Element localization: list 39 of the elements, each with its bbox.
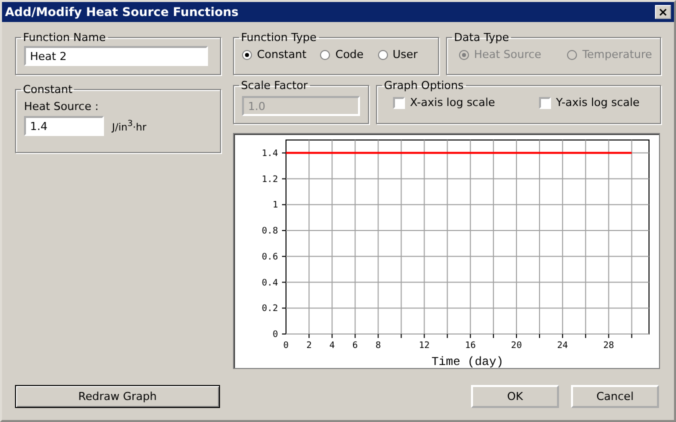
y-tick-label: 1.2 [262, 174, 278, 185]
redraw-graph-button[interactable]: Redraw Graph [15, 385, 220, 408]
y-tick-label: 0.8 [262, 226, 278, 237]
x-tick-label: 6 [352, 341, 358, 351]
group-label: Graph Options [382, 79, 465, 92]
x-tick-label: 12 [418, 341, 430, 351]
window-title: Add/Modify Heat Source Functions [5, 5, 239, 19]
y-tick-label: 0.6 [262, 252, 278, 262]
x-tick-label: 2 [306, 341, 312, 351]
cancel-button[interactable]: Cancel [571, 385, 659, 408]
y-tick-label: 1.4 [262, 148, 278, 159]
group-label: Function Name [22, 31, 107, 44]
x-tick-label: 4 [329, 341, 335, 351]
radio-option[interactable]: Constant [242, 48, 306, 61]
y-tick-label: 0.2 [262, 304, 278, 314]
x-tick-label: 24 [557, 341, 568, 351]
x-tick-label: 0 [283, 341, 289, 351]
checkbox-option[interactable]: Y-axis log scale [539, 96, 640, 109]
x-tick-label: 8 [375, 341, 381, 351]
y-tick-label: 0.4 [262, 278, 278, 288]
checkbox-option[interactable]: X-axis log scale [392, 96, 496, 109]
group-label: Constant [22, 83, 74, 96]
radio-option[interactable]: User [378, 48, 418, 61]
unit-label: J/in$^{3}$·hr [112, 118, 146, 134]
ok-button[interactable]: OK [471, 385, 559, 408]
y-tick-label: 1 [272, 200, 278, 211]
group-label: Data Type [452, 31, 510, 44]
x-tick-label: 28 [603, 341, 614, 351]
radio-option[interactable]: Code [320, 48, 364, 61]
heat-source-field[interactable]: 1.4 [24, 116, 104, 136]
field-label: Heat Source : [24, 100, 100, 113]
y-tick-label: 0 [272, 330, 278, 340]
x-tick-label: 16 [464, 341, 476, 351]
x-tick-label: 20 [511, 341, 522, 351]
x-axis-title: Time (day) [431, 355, 504, 368]
close-button[interactable]: × [655, 5, 671, 19]
group-label: Scale Factor [240, 79, 309, 92]
group-label: Function Type [240, 31, 318, 44]
function-name-field[interactable]: Heat 2 [24, 46, 208, 66]
